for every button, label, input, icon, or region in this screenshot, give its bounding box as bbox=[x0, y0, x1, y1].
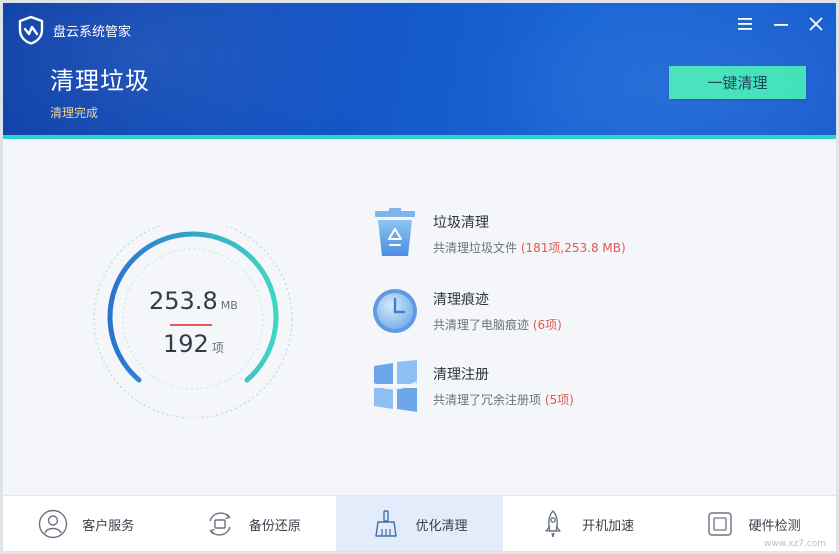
brand: 盘云系统管家 bbox=[17, 15, 131, 45]
trash-icon bbox=[375, 208, 415, 256]
header: 盘云系统管家 清理垃圾 清理完成 一键清理 bbox=[3, 3, 836, 135]
menu-icon bbox=[738, 18, 752, 30]
nav-label: 硬件检测 bbox=[748, 518, 801, 534]
nav-item-backup-restore[interactable]: 备份还原 bbox=[170, 496, 337, 551]
app-name: 盘云系统管家 bbox=[53, 24, 132, 40]
nav-item-boot-accelerate[interactable]: 开机加速 bbox=[503, 496, 670, 551]
nav-label: 开机加速 bbox=[582, 518, 635, 534]
result-title: 垃圾清理 bbox=[433, 215, 489, 231]
page-title: 清理垃圾 bbox=[50, 67, 150, 95]
clock-icon bbox=[373, 289, 417, 333]
gauge-count-value: 192 bbox=[163, 330, 209, 358]
result-desc-count: (181项,253.8 MB) bbox=[520, 241, 626, 255]
backup-icon bbox=[209, 512, 231, 536]
user-icon bbox=[39, 509, 68, 539]
result-item-registry: 清理注册 共清理了冗余注册项 (5项) bbox=[371, 360, 691, 412]
result-desc-text: 共清理了电脑痕迹 bbox=[433, 318, 530, 332]
status-text: 清理完成 bbox=[50, 106, 99, 120]
nav-label: 优化清理 bbox=[415, 518, 468, 534]
result-item-traces: 清理痕迹 共清理了电脑痕迹 (6项) bbox=[371, 285, 691, 337]
result-desc-text: 共清理垃圾文件 bbox=[433, 241, 518, 255]
result-desc: 共清理了电脑痕迹 (6项) bbox=[433, 316, 562, 333]
progress-gauge bbox=[93, 226, 293, 418]
gauge-count: 192 项 bbox=[163, 330, 224, 358]
gauge-count-unit: 项 bbox=[211, 341, 224, 355]
nav-label: 客户服务 bbox=[82, 518, 135, 534]
close-button[interactable] bbox=[805, 13, 827, 35]
registry-icon bbox=[373, 360, 418, 412]
gauge-size: 253.8 MB bbox=[149, 287, 238, 315]
minimize-icon bbox=[774, 24, 788, 26]
hardware-icon bbox=[707, 512, 732, 536]
result-desc-count: (6项) bbox=[532, 318, 562, 332]
rocket-icon bbox=[545, 510, 561, 538]
nav-item-optimize-clean[interactable]: 优化清理 bbox=[336, 496, 503, 551]
broom-icon bbox=[375, 510, 398, 537]
result-title: 清理注册 bbox=[433, 367, 489, 383]
gauge-size-unit: MB bbox=[220, 299, 238, 312]
result-desc: 共清理了冗余注册项 (5项) bbox=[433, 391, 574, 408]
result-desc-count: (5项) bbox=[544, 393, 574, 407]
close-icon bbox=[809, 17, 823, 31]
gauge-outer-ring bbox=[93, 226, 293, 418]
app-window: 盘云系统管家 清理垃圾 清理完成 一键清理 253.8 MB 192 项 垃圾清… bbox=[3, 3, 836, 551]
result-desc-text: 共清理了冗余注册项 bbox=[433, 393, 542, 407]
minimize-button[interactable] bbox=[770, 13, 792, 35]
gauge-divider bbox=[170, 324, 212, 326]
bottom-nav: 客户服务 备份还原 优化清理 开机加速 硬件检测 bbox=[3, 495, 836, 551]
watermark: www.xz7.com bbox=[764, 539, 826, 549]
gauge-inner-ring bbox=[122, 248, 264, 390]
result-item-junk: 垃圾清理 共清理垃圾文件 (181项,253.8 MB) bbox=[371, 208, 691, 260]
gauge-size-value: 253.8 bbox=[149, 287, 218, 315]
shield-logo-icon bbox=[18, 15, 44, 45]
result-title: 清理痕迹 bbox=[433, 292, 489, 308]
nav-label: 备份还原 bbox=[248, 518, 301, 534]
menu-button[interactable] bbox=[734, 13, 756, 35]
nav-item-customer-service[interactable]: 客户服务 bbox=[3, 496, 170, 551]
result-desc: 共清理垃圾文件 (181项,253.8 MB) bbox=[433, 239, 626, 256]
one-click-clean-button[interactable]: 一键清理 bbox=[669, 66, 806, 99]
